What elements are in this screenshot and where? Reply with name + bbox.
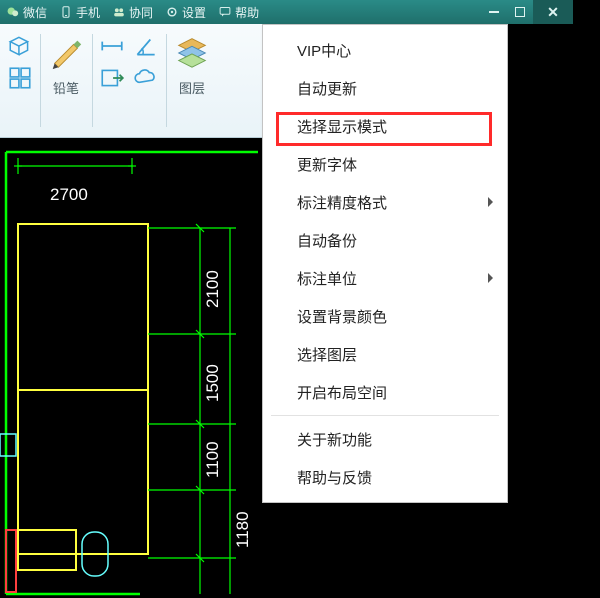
- dd-select-layer[interactable]: 选择图层: [263, 335, 507, 373]
- close-button[interactable]: ✕: [533, 0, 573, 24]
- dd-separator: [271, 415, 499, 416]
- empty-area-below: [262, 520, 508, 598]
- minimize-button[interactable]: [481, 0, 507, 24]
- tool-3d-box[interactable]: [6, 32, 34, 60]
- tool-label: 图层: [179, 78, 205, 97]
- dd-vip-center[interactable]: VIP中心: [263, 31, 507, 69]
- dim-right-4: 1180: [233, 511, 252, 548]
- mobile-icon: [59, 5, 73, 19]
- dd-update-font[interactable]: 更新字体: [263, 145, 507, 183]
- dd-annotation-precision[interactable]: 标注精度格式: [263, 183, 507, 221]
- tool-group-layers: 图层: [166, 24, 218, 137]
- tool-group-measure: [92, 24, 166, 137]
- dim-top: 2700: [50, 185, 88, 204]
- dim-right-2: 1500: [203, 364, 222, 402]
- menu-label: 手机: [76, 4, 100, 21]
- empty-area-right: [508, 24, 600, 598]
- menu-label: 设置: [182, 4, 206, 21]
- tool-group-shapes: [0, 24, 40, 137]
- menu-collab[interactable]: 协同: [106, 0, 159, 24]
- help-icon: [218, 5, 232, 19]
- menu-wechat[interactable]: 微信: [0, 0, 53, 24]
- cad-viewport[interactable]: 2700 2100 1500 1100 1180: [0, 138, 262, 598]
- menu-help[interactable]: 帮助: [212, 0, 265, 24]
- dd-display-mode[interactable]: 选择显示模式: [263, 107, 507, 145]
- gear-icon: [165, 5, 179, 19]
- wechat-icon: [6, 5, 20, 19]
- tool-layers[interactable]: [172, 32, 212, 72]
- dd-background-color[interactable]: 设置背景颜色: [263, 297, 507, 335]
- tool-export[interactable]: [98, 64, 126, 92]
- dd-layout-space[interactable]: 开启布局空间: [263, 373, 507, 411]
- dim-right-3: 1100: [203, 441, 222, 478]
- dd-help-feedback[interactable]: 帮助与反馈: [263, 458, 507, 496]
- tool-pencil[interactable]: [46, 32, 86, 72]
- menu-settings[interactable]: 设置: [159, 0, 212, 24]
- tool-dimension[interactable]: [98, 32, 126, 60]
- menu-mobile[interactable]: 手机: [53, 0, 106, 24]
- tool-label: 铅笔: [53, 78, 79, 97]
- dd-auto-update[interactable]: 自动更新: [263, 69, 507, 107]
- tool-grid4[interactable]: [6, 64, 34, 92]
- menu-label: 微信: [23, 4, 47, 21]
- chevron-right-icon: [488, 197, 493, 207]
- menu-label: 协同: [129, 4, 153, 21]
- title-bar: 微信 手机 协同 设置 帮助 ✕: [0, 0, 573, 24]
- chevron-right-icon: [488, 273, 493, 283]
- dim-right-1: 2100: [203, 270, 222, 308]
- menu-label: 帮助: [235, 4, 259, 21]
- dd-auto-backup[interactable]: 自动备份: [263, 221, 507, 259]
- tool-group-pencil: 铅笔: [40, 24, 92, 137]
- tool-cloud[interactable]: [132, 64, 160, 92]
- collab-icon: [112, 5, 126, 19]
- dd-annotation-unit[interactable]: 标注单位: [263, 259, 507, 297]
- tool-angle[interactable]: [132, 32, 160, 60]
- ribbon-toolbar: 铅笔 图层: [0, 24, 262, 138]
- dd-about-new[interactable]: 关于新功能: [263, 420, 507, 458]
- maximize-button[interactable]: [507, 0, 533, 24]
- settings-dropdown: VIP中心 自动更新 选择显示模式 更新字体 标注精度格式 自动备份 标注单位 …: [262, 24, 508, 503]
